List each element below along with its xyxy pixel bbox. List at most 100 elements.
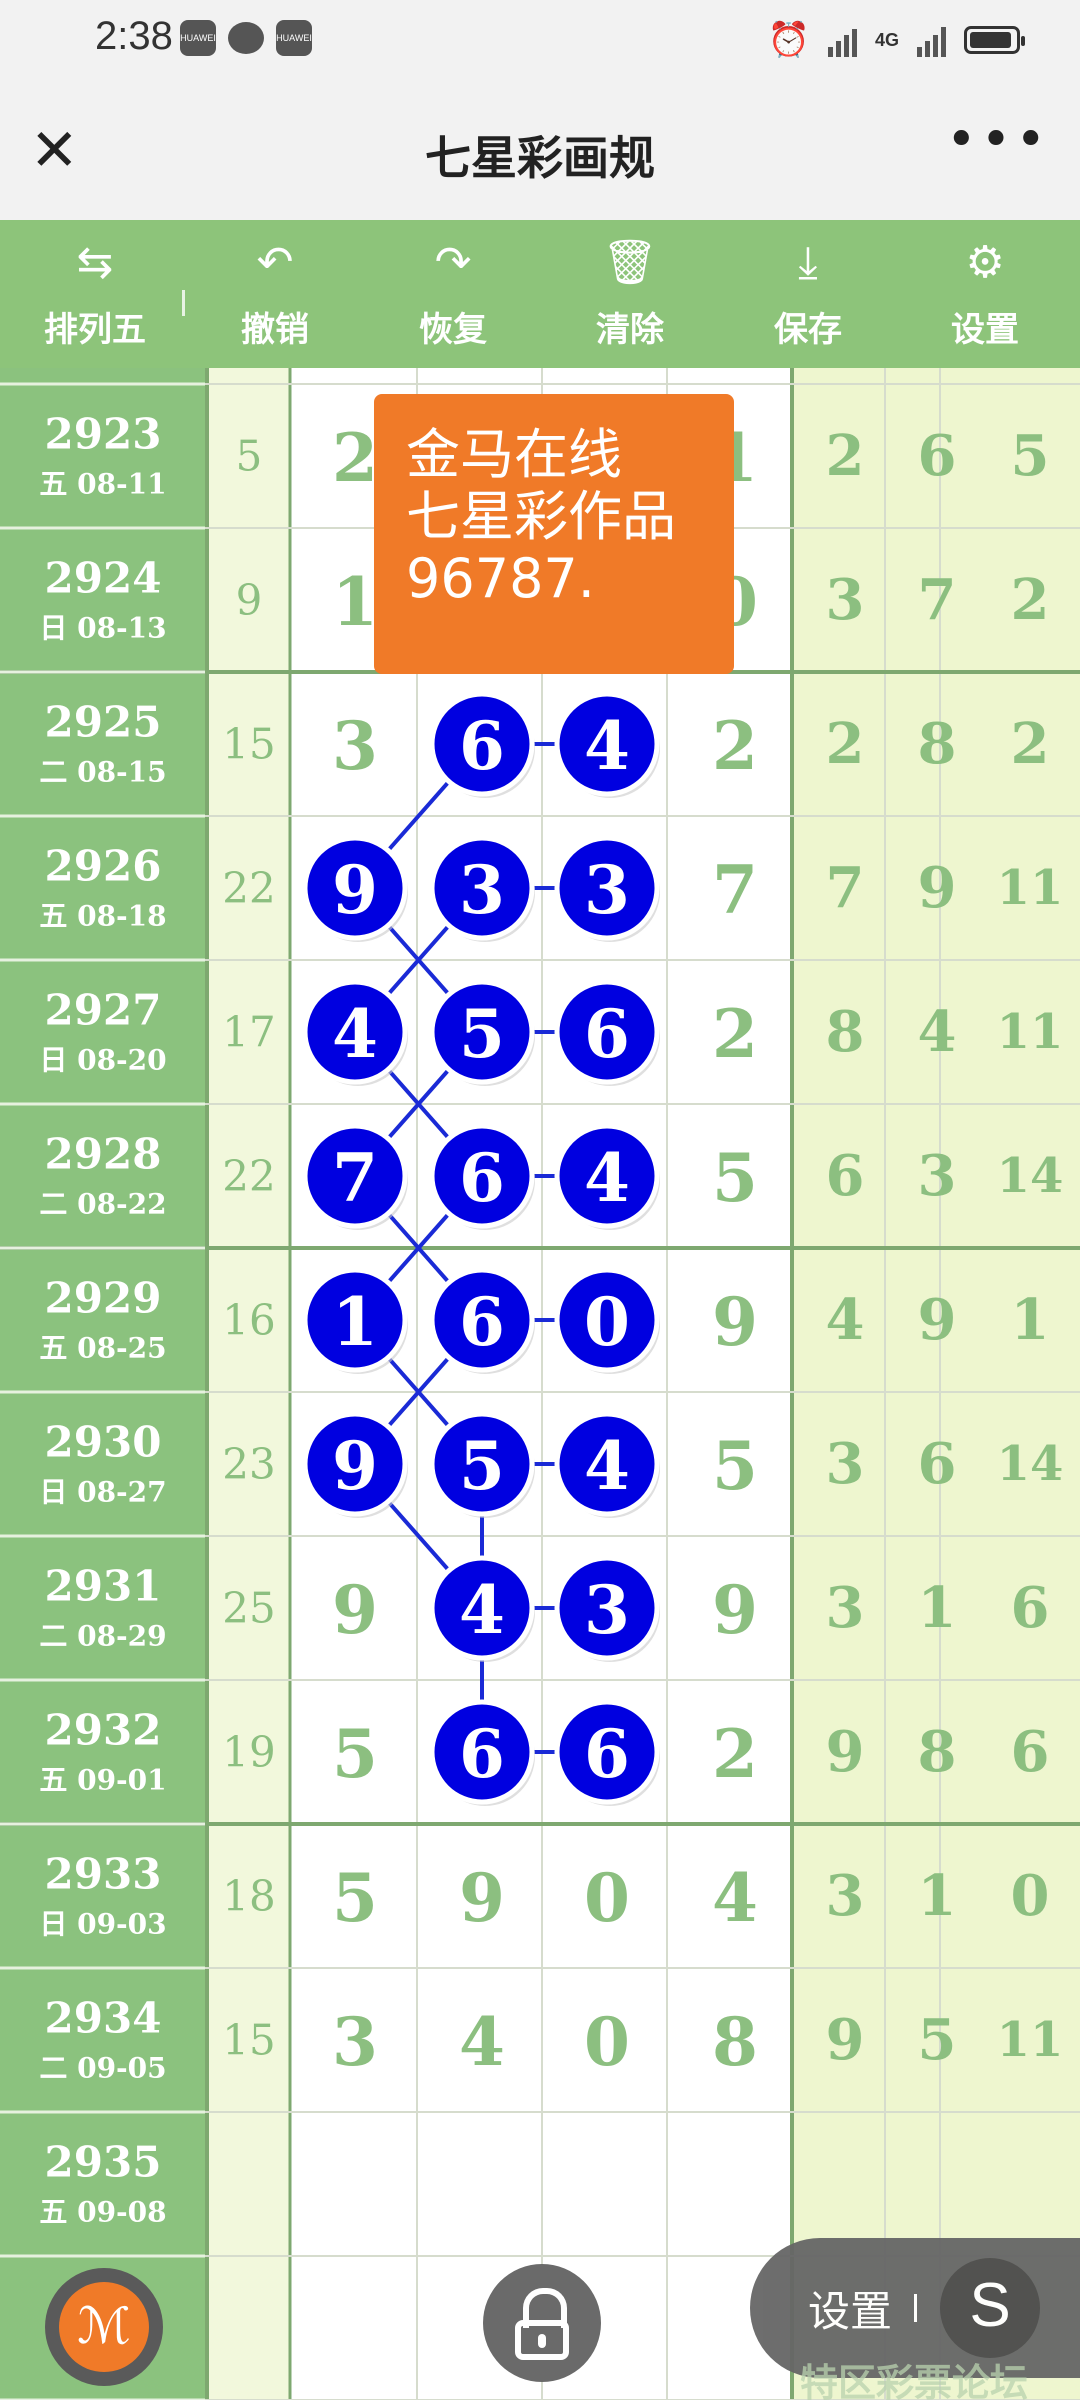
extra-value: 1 [918, 1863, 957, 1929]
save-button[interactable]: ⤓ 保存 [738, 220, 878, 368]
undo-button[interactable]: ↶ 撤销 [205, 220, 345, 368]
issue-number: 2934 [45, 1994, 162, 2043]
battery-icon [964, 26, 1025, 54]
digit-value: 0 [584, 1859, 630, 1937]
trash-icon: 🗑 [602, 237, 658, 288]
marked-digit: 6 [459, 1715, 505, 1793]
sum-value: 15 [222, 720, 275, 769]
digit-value: 5 [712, 1139, 758, 1217]
digit-value: 5 [332, 1715, 378, 1793]
sum-value: 15 [222, 2016, 275, 2065]
digit-value: 1 [332, 563, 378, 641]
more-icon[interactable]: ••• [946, 110, 1050, 170]
issue-number: 2925 [45, 698, 162, 747]
marked-digit: 4 [459, 1571, 505, 1649]
redo-icon: ↷ [434, 237, 472, 288]
extra-value: 2 [1011, 711, 1050, 777]
extra-value: 7 [826, 855, 865, 921]
digit-value: 5 [332, 1859, 378, 1937]
status-right-icons: ⏰ 4G [767, 20, 1025, 60]
digit-value: 2 [712, 995, 758, 1073]
issue-date: 二 08-29 [39, 1620, 166, 1653]
marked-digit: 6 [459, 1139, 505, 1217]
divider [914, 2294, 917, 2322]
status-bar: 2:38 HUAWEI HUAWEI ⏰ 4G [0, 0, 1080, 80]
extra-value: 4 [826, 1287, 865, 1353]
digit-value: 9 [332, 1571, 378, 1649]
extra-value: 9 [918, 855, 957, 921]
draw-tool-button[interactable]: ℳ [45, 2268, 163, 2386]
overlay-line: 金马在线 [406, 423, 622, 486]
s-icon[interactable]: S [940, 2258, 1040, 2358]
extra-value: 2 [1011, 567, 1050, 633]
issue-date: 五 08-25 [39, 1332, 166, 1365]
issue-date: 二 09-05 [39, 2052, 166, 2085]
lock-button[interactable] [483, 2264, 601, 2382]
chat-icon [228, 22, 264, 54]
digit-value: 4 [712, 1859, 758, 1937]
huawei-icon: HUAWEI [276, 20, 312, 56]
settings-button[interactable]: ⚙ 设置 [915, 220, 1055, 368]
sum-value: 17 [222, 1008, 275, 1057]
floating-settings-label[interactable]: 设置 [808, 2278, 892, 2339]
digit-value: 5 [712, 1427, 758, 1505]
title-bar: ✕ 七星彩画规 ••• [0, 80, 1080, 220]
extra-value: 2 [826, 423, 865, 489]
toolbar-label: 设置 [951, 310, 1019, 350]
alarm-icon: ⏰ [767, 21, 810, 59]
marked-digit: 6 [459, 707, 505, 785]
sum-value: 19 [222, 1728, 275, 1777]
toolbar-lottery-switch-button[interactable]: ⇆ 排列五 [25, 220, 165, 368]
redo-button[interactable]: ↷ 恢复 [383, 220, 523, 368]
issue-number: 2923 [45, 410, 162, 459]
issue-number: 2931 [45, 1562, 162, 1611]
toolbar-label: 撤销 [241, 310, 309, 350]
digit-value: 2 [712, 707, 758, 785]
digit-value: 3 [332, 2003, 378, 2081]
toolbar-separator [182, 290, 185, 316]
extra-value: 8 [918, 711, 957, 777]
extra-value: 7 [918, 567, 957, 633]
marked-digit: 9 [332, 851, 378, 929]
sum-value: 22 [222, 1152, 275, 1201]
digit-value: 2 [712, 1715, 758, 1793]
swap-arrows-icon: ⇆ [76, 237, 114, 288]
issue-number: 2933 [45, 1850, 162, 1899]
marked-digit: 3 [584, 1571, 630, 1649]
extra-value: 5 [918, 2007, 957, 2073]
issue-date: 日 08-20 [39, 1044, 166, 1077]
marked-digit: 5 [459, 1427, 505, 1505]
issue-date: 二 08-15 [39, 756, 166, 789]
extra-value: 6 [826, 1143, 865, 1209]
issue-date: 五 08-18 [39, 900, 166, 933]
issue-number: 2926 [45, 842, 162, 891]
digit-value: 0 [584, 2003, 630, 2081]
extra-value: 3 [918, 1143, 957, 1209]
marked-digit: 6 [459, 1283, 505, 1361]
toolbar-label: 排列五 [44, 310, 146, 350]
extra-value: 6 [918, 1431, 957, 1497]
issue-number: 2929 [45, 1274, 162, 1323]
digit-value: 2 [332, 419, 378, 497]
toolbar-label: 清除 [596, 310, 664, 350]
issue-number: 2924 [45, 554, 162, 603]
marked-digit: 4 [584, 1427, 630, 1505]
signal-icon [917, 23, 946, 57]
extra-value: 9 [826, 1719, 865, 1785]
marked-digit: 5 [459, 995, 505, 1073]
toolbar-label: 恢复 [419, 310, 487, 350]
marked-digit: 0 [584, 1283, 630, 1361]
author-overlay: 金马在线 七星彩作品 96787. [374, 394, 734, 674]
issue-date: 五 09-01 [39, 1764, 166, 1797]
issue-number: 2932 [45, 1706, 162, 1755]
issue-date: 日 08-13 [39, 612, 166, 645]
extra-value: 3 [826, 1863, 865, 1929]
digit-value: 4 [459, 2003, 505, 2081]
network-label: 4G [874, 29, 899, 50]
huawei-icon: HUAWEI [180, 20, 216, 56]
extra-value: 8 [826, 999, 865, 1065]
digit-value: 9 [712, 1571, 758, 1649]
clear-button[interactable]: 🗑 清除 [560, 220, 700, 368]
marked-digit: 3 [584, 851, 630, 929]
extra-value: 5 [1011, 423, 1050, 489]
